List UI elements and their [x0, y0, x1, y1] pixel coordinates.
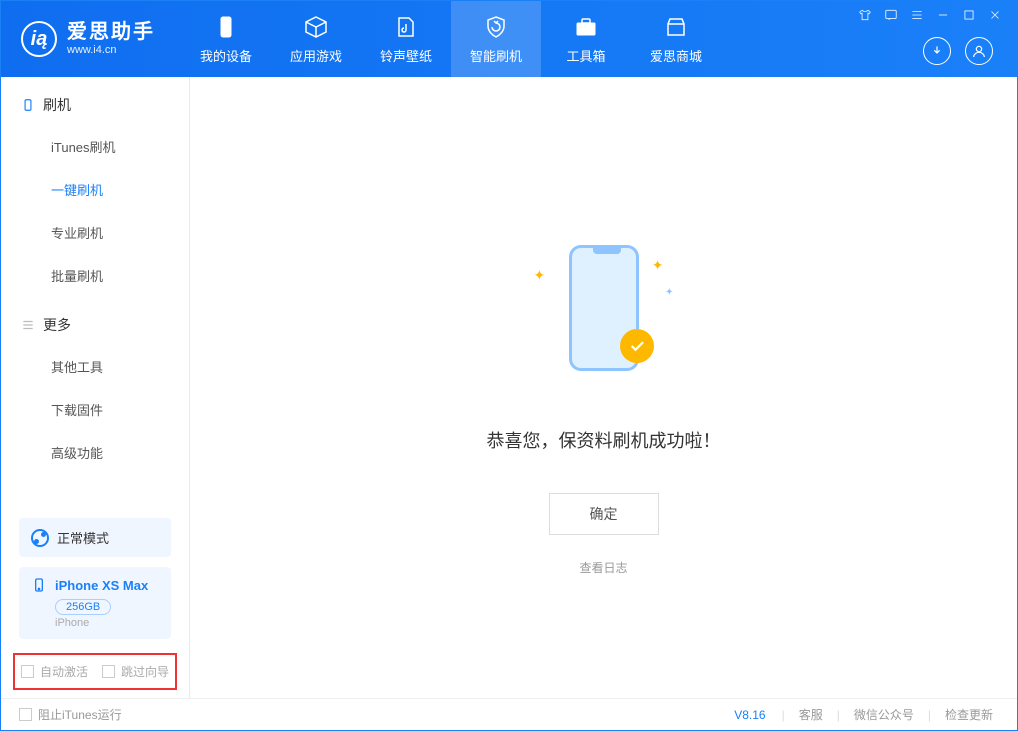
main-nav: 我的设备 应用游戏 铃声壁纸 智能刷机 工具箱 爱思商城	[181, 1, 721, 77]
shield-refresh-icon	[483, 14, 509, 40]
sparkle-icon: ✦	[534, 267, 546, 284]
sidebar-item-advanced[interactable]: 高级功能	[1, 431, 189, 474]
menu-icon[interactable]	[909, 7, 925, 23]
sidebar-item-other-tools[interactable]: 其他工具	[1, 345, 189, 388]
download-button[interactable]	[923, 37, 951, 65]
sidebar-item-oneclick-flash[interactable]: 一键刷机	[1, 168, 189, 211]
music-file-icon	[393, 14, 419, 40]
window-controls	[853, 1, 1007, 29]
sidebar-header-more: 更多	[1, 315, 189, 345]
mode-box[interactable]: 正常模式	[19, 518, 171, 557]
mode-icon	[31, 529, 49, 547]
close-icon[interactable]	[987, 7, 1003, 23]
separator: |	[782, 708, 785, 722]
nav-apps-games[interactable]: 应用游戏	[271, 1, 361, 77]
options-row: 自动激活 跳过向导	[13, 653, 177, 690]
sidebar-item-pro-flash[interactable]: 专业刷机	[1, 211, 189, 254]
sidebar-item-batch-flash[interactable]: 批量刷机	[1, 254, 189, 297]
phone-icon	[21, 98, 35, 112]
device-box[interactable]: iPhone XS Max 256GB iPhone	[19, 567, 171, 639]
sidebar: 刷机 iTunes刷机 一键刷机 专业刷机 批量刷机 更多 其他工具 下载固件 …	[1, 77, 190, 698]
mode-label: 正常模式	[57, 528, 109, 547]
separator: |	[837, 708, 840, 722]
device-phone-icon	[31, 577, 47, 593]
nav-toolbox[interactable]: 工具箱	[541, 1, 631, 77]
sidebar-section-more: 更多 其他工具 下载固件 高级功能	[1, 297, 189, 474]
nav-label: 铃声壁纸	[380, 46, 432, 65]
nav-label: 智能刷机	[470, 46, 522, 65]
toolbox-icon	[573, 14, 599, 40]
maximize-icon[interactable]	[961, 7, 977, 23]
app-subtitle: www.i4.cn	[67, 44, 155, 57]
nav-label: 爱思商城	[650, 46, 702, 65]
success-message: 恭喜您，保资料刷机成功啦！	[487, 427, 721, 453]
device-icon	[213, 14, 239, 40]
spacer	[1, 474, 189, 518]
footer: 阻止iTunes运行 V8.16 | 客服 | 微信公众号 | 检查更新	[1, 698, 1017, 730]
cube-icon	[303, 14, 329, 40]
link-wechat[interactable]: 微信公众号	[848, 706, 920, 723]
shirt-icon[interactable]	[857, 7, 873, 23]
nav-label: 工具箱	[566, 46, 605, 65]
version-label: V8.16	[734, 708, 765, 722]
checkbox-label: 自动激活	[40, 663, 88, 680]
view-log-link[interactable]: 查看日志	[579, 559, 627, 576]
link-check-update[interactable]: 检查更新	[939, 706, 999, 723]
feedback-icon[interactable]	[883, 7, 899, 23]
logo-area: ią 爱思助手 www.i4.cn	[1, 1, 175, 77]
device-type: iPhone	[55, 617, 159, 629]
device-row: iPhone XS Max	[31, 577, 159, 593]
sparkle-icon: ✦	[665, 287, 673, 298]
header-right	[853, 1, 1007, 77]
nav-store[interactable]: 爱思商城	[631, 1, 721, 77]
sidebar-item-download-firmware[interactable]: 下载固件	[1, 388, 189, 431]
nav-ringtone-wallpaper[interactable]: 铃声壁纸	[361, 1, 451, 77]
header-actions	[923, 37, 1007, 77]
success-illustration: ✦ ✦ ✦	[494, 237, 714, 387]
device-name: iPhone XS Max	[55, 578, 148, 593]
sidebar-item-itunes-flash[interactable]: iTunes刷机	[1, 125, 189, 168]
sidebar-header-flash: 刷机	[1, 95, 189, 125]
nav-label: 我的设备	[200, 46, 252, 65]
device-capacity: 256GB	[55, 599, 111, 615]
footer-right: V8.16 | 客服 | 微信公众号 | 检查更新	[734, 706, 999, 723]
ok-button[interactable]: 确定	[549, 493, 659, 535]
section-title: 刷机	[43, 95, 71, 115]
link-customer-service[interactable]: 客服	[793, 706, 829, 723]
nav-my-device[interactable]: 我的设备	[181, 1, 271, 77]
separator: |	[928, 708, 931, 722]
nav-label: 应用游戏	[290, 46, 342, 65]
app-logo-icon: ią	[21, 21, 57, 57]
section-title: 更多	[43, 315, 71, 335]
body: 刷机 iTunes刷机 一键刷机 专业刷机 批量刷机 更多 其他工具 下载固件 …	[1, 77, 1017, 698]
checkbox-icon	[21, 665, 34, 678]
list-icon	[21, 318, 35, 332]
check-badge-icon	[620, 329, 654, 363]
logo-text: 爱思助手 www.i4.cn	[67, 20, 155, 57]
checkbox-skip-guide[interactable]: 跳过向导	[102, 663, 169, 680]
sidebar-section-flash: 刷机 iTunes刷机 一键刷机 专业刷机 批量刷机	[1, 77, 189, 297]
main-content: ✦ ✦ ✦ 恭喜您，保资料刷机成功啦！ 确定 查看日志	[190, 77, 1017, 698]
shop-icon	[663, 14, 689, 40]
nav-smart-flash[interactable]: 智能刷机	[451, 1, 541, 77]
sidebar-items: iTunes刷机 一键刷机 专业刷机 批量刷机	[1, 125, 189, 297]
sidebar-items: 其他工具 下载固件 高级功能	[1, 345, 189, 474]
checkbox-label: 跳过向导	[121, 663, 169, 680]
checkbox-label: 阻止iTunes运行	[38, 706, 122, 723]
app-title: 爱思助手	[67, 20, 155, 44]
checkbox-icon	[19, 708, 32, 721]
checkbox-auto-activate[interactable]: 自动激活	[21, 663, 88, 680]
checkbox-block-itunes[interactable]: 阻止iTunes运行	[19, 706, 122, 723]
header: ią 爱思助手 www.i4.cn 我的设备 应用游戏 铃声壁纸 智能刷机	[1, 1, 1017, 77]
app-window: ią 爱思助手 www.i4.cn 我的设备 应用游戏 铃声壁纸 智能刷机	[0, 0, 1018, 731]
minimize-icon[interactable]	[935, 7, 951, 23]
checkbox-icon	[102, 665, 115, 678]
sparkle-icon: ✦	[652, 257, 664, 274]
account-button[interactable]	[965, 37, 993, 65]
